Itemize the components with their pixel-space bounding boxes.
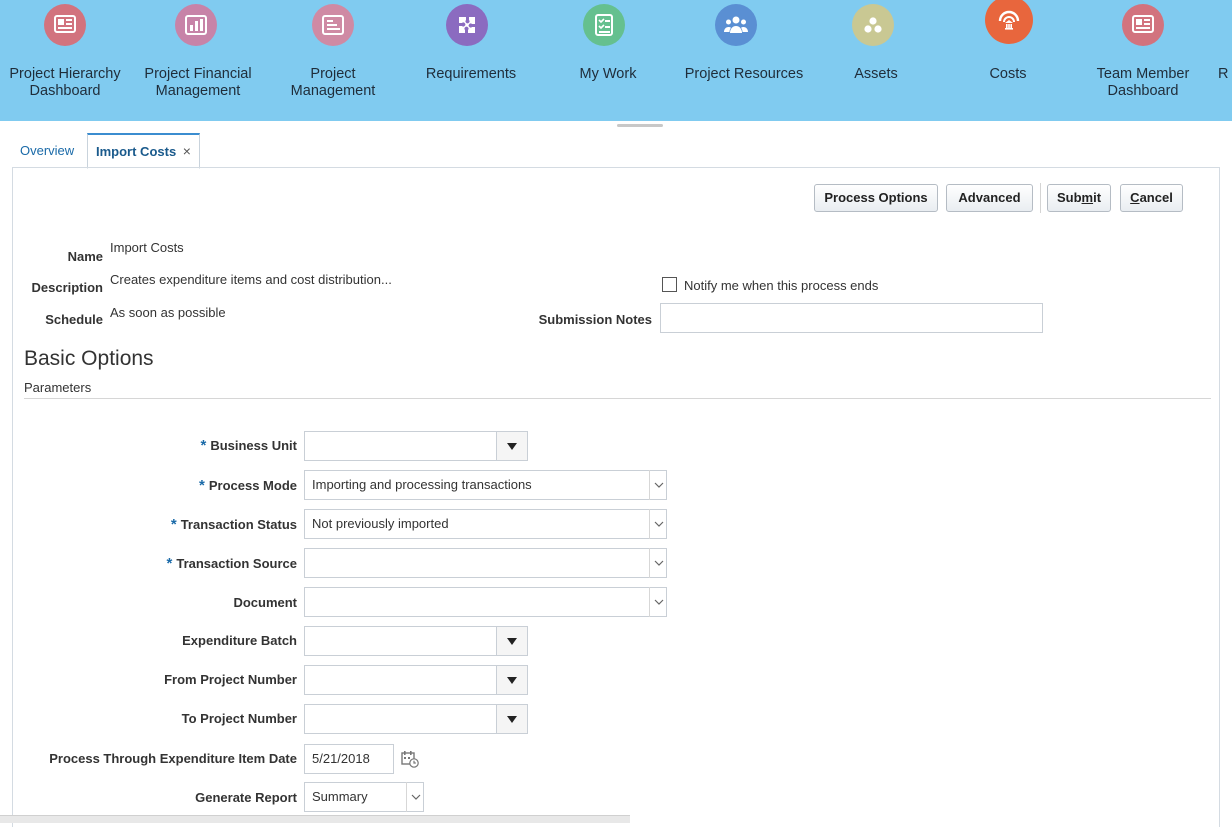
chevron-down-icon <box>649 470 667 500</box>
business-unit-combobox[interactable] <box>304 431 528 461</box>
transaction-source-label: * Transaction Source <box>166 555 298 572</box>
document-label: Document <box>233 595 297 610</box>
notify-checkbox[interactable] <box>662 277 677 292</box>
process-through-date-input[interactable]: 5/21/2018 <box>304 744 394 774</box>
gantt-icon <box>312 4 354 46</box>
from-project-number-label: From Project Number <box>164 672 297 687</box>
springboard-item-project-resources[interactable]: Project Resources <box>669 0 819 121</box>
checklist-icon <box>583 4 625 46</box>
process-mode-label: * Process Mode <box>199 477 297 494</box>
divider <box>24 398 1211 399</box>
dropdown-button[interactable] <box>496 431 528 461</box>
required-indicator: * <box>199 477 205 494</box>
required-indicator: * <box>170 516 177 533</box>
bank-icon <box>985 0 1033 44</box>
document-select[interactable] <box>304 587 667 617</box>
calendar-icon[interactable] <box>396 746 424 772</box>
chevron-down-icon <box>649 548 667 578</box>
submission-notes-input[interactable] <box>660 303 1043 333</box>
springboard-item-requirements[interactable]: Requirements <box>398 0 548 121</box>
submission-notes-label: Submission Notes <box>538 312 652 327</box>
generate-report-label: Generate Report <box>195 790 297 805</box>
dropdown-button[interactable] <box>496 665 528 695</box>
springboard-label: Project Resources <box>684 66 804 82</box>
process-options-button[interactable]: Process Options <box>814 184 938 212</box>
springboard-item-assets[interactable]: Assets <box>805 0 955 121</box>
expenditure-batch-label: Expenditure Batch <box>182 633 297 648</box>
required-indicator: * <box>200 437 207 454</box>
tab-import-costs[interactable]: Import Costs × <box>87 133 200 169</box>
people-icon <box>715 4 757 46</box>
springboard-item-project-financial-management[interactable]: Project Financial Management <box>128 0 278 121</box>
springboard-item-partial[interactable]: R <box>1218 0 1232 121</box>
process-through-date-label: Process Through Expenditure Item Date <box>49 751 297 766</box>
status-strip <box>0 815 630 823</box>
close-icon[interactable]: × <box>183 143 191 159</box>
dropdown-button[interactable] <box>496 704 528 734</box>
generate-report-select[interactable]: Summary <box>304 782 424 812</box>
springboard-item-my-work[interactable]: My Work <box>533 0 683 121</box>
transaction-status-select[interactable]: Not previously imported <box>304 509 667 539</box>
section-title: Basic Options <box>24 347 154 370</box>
notify-label: Notify me when this process ends <box>684 278 879 293</box>
parameters-heading: Parameters <box>24 380 92 395</box>
transaction-status-label: * Transaction Status <box>170 516 297 533</box>
springboard-label: Project Hierarchy Dashboard <box>9 66 121 99</box>
springboard-label: Project Management <box>290 66 376 99</box>
required-indicator: * <box>166 555 173 572</box>
dots-icon <box>852 4 894 46</box>
springboard-item-costs[interactable]: Costs <box>940 0 1090 121</box>
springboard-label: Project Financial Management <box>144 66 252 99</box>
triangle-down-icon <box>507 442 517 450</box>
cancel-button[interactable]: Cancel <box>1120 184 1183 212</box>
springboard-label: R <box>1218 66 1229 82</box>
tab-overview[interactable]: Overview <box>12 133 82 168</box>
to-project-number-label: To Project Number <box>181 711 297 726</box>
description-value: Creates expenditure items and cost distr… <box>110 272 392 287</box>
triangle-down-icon <box>507 715 517 723</box>
from-project-number-combobox[interactable] <box>304 665 528 695</box>
springboard-label: Requirements <box>425 66 517 82</box>
springboard-item-project-hierarchy-dashboard[interactable]: Project Hierarchy Dashboard <box>0 0 140 121</box>
springboard-item-project-management[interactable]: Project Management <box>258 0 408 121</box>
description-label: Description <box>31 280 103 295</box>
springboard: Project Hierarchy Dashboard Project Fina… <box>0 0 1232 121</box>
business-unit-label: * Business Unit <box>200 437 297 454</box>
springboard-label: My Work <box>579 66 637 82</box>
process-mode-select[interactable]: Importing and processing transactions <box>304 470 667 500</box>
schedule-label: Schedule <box>45 312 103 327</box>
dashboard-icon <box>44 4 86 46</box>
toolbar-separator <box>1040 183 1041 213</box>
chart-icon <box>175 4 217 46</box>
springboard-collapse-handle[interactable] <box>617 124 663 127</box>
springboard-item-team-member-dashboard[interactable]: Team Member Dashboard <box>1080 0 1230 121</box>
schedule-value: As soon as possible <box>110 305 226 320</box>
dashboard-icon <box>1122 4 1164 46</box>
springboard-label: Team Member Dashboard <box>1096 66 1190 99</box>
triangle-down-icon <box>507 637 517 645</box>
dropdown-button[interactable] <box>496 626 528 656</box>
springboard-label: Assets <box>854 66 898 82</box>
puzzle-icon <box>446 4 488 46</box>
chevron-down-icon <box>406 782 424 812</box>
name-value: Import Costs <box>110 240 184 255</box>
advanced-button[interactable]: Advanced <box>946 184 1033 212</box>
chevron-down-icon <box>649 509 667 539</box>
chevron-down-icon <box>649 587 667 617</box>
triangle-down-icon <box>507 676 517 684</box>
expenditure-batch-combobox[interactable] <box>304 626 528 656</box>
submit-button[interactable]: Submit <box>1047 184 1111 212</box>
name-label: Name <box>67 249 103 264</box>
to-project-number-combobox[interactable] <box>304 704 528 734</box>
tab-label: Import Costs <box>96 144 177 159</box>
transaction-source-select[interactable] <box>304 548 667 578</box>
springboard-label: Costs <box>989 66 1027 82</box>
